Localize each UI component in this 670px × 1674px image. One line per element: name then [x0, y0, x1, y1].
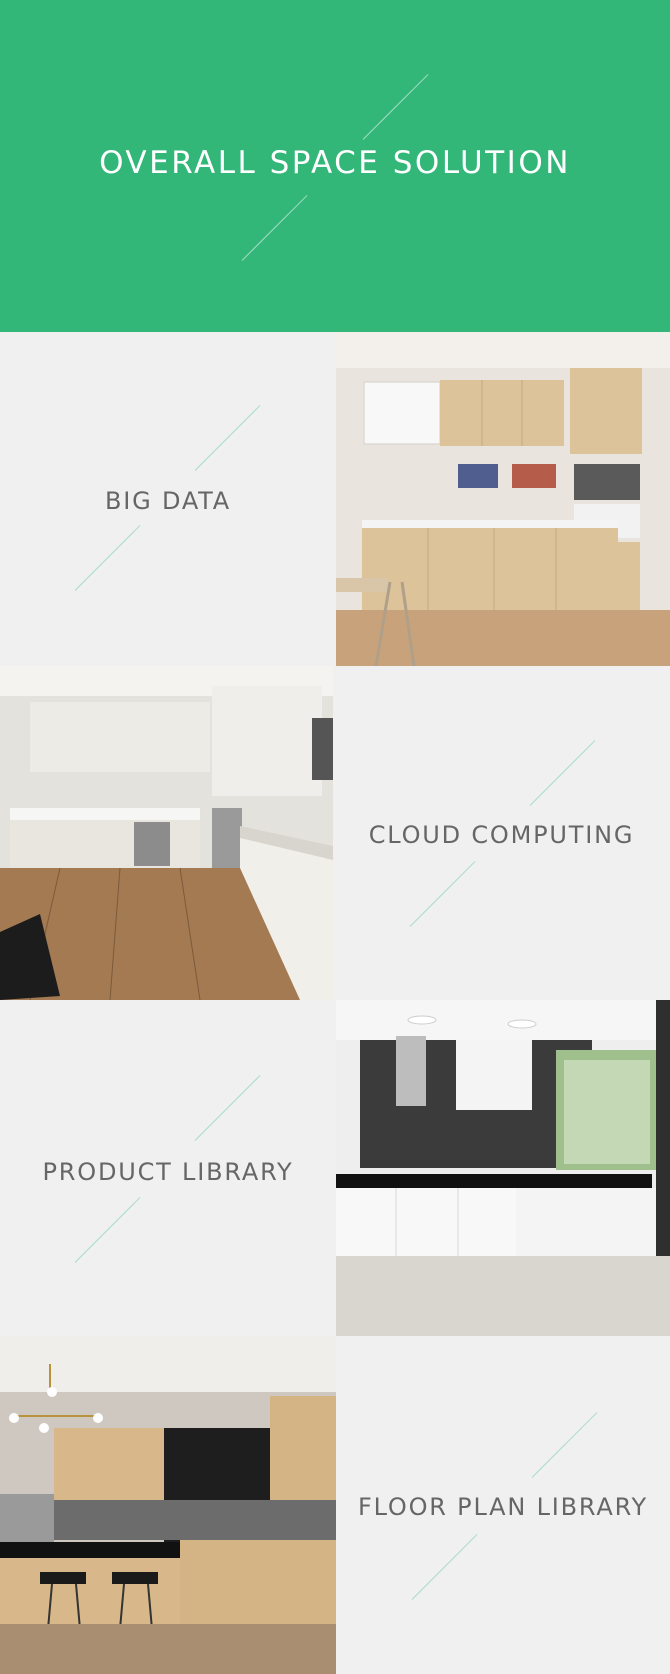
kitchen-photo-2	[0, 666, 333, 1000]
decorative-slash	[409, 861, 476, 927]
tile-label: PRODUCT LIBRARY	[42, 1158, 294, 1186]
decorative-slash	[74, 1197, 141, 1263]
hero-banner: OVERALL SPACE SOLUTION	[0, 0, 670, 332]
decorative-slash	[531, 1412, 598, 1478]
decorative-slash	[529, 740, 596, 806]
tile-product-library[interactable]: PRODUCT LIBRARY	[0, 1000, 336, 1336]
decorative-slash	[411, 1534, 478, 1600]
kitchen-photo-1	[336, 332, 670, 666]
kitchen-photo-3	[336, 1000, 670, 1336]
page-title: OVERALL SPACE SOLUTION	[99, 145, 571, 181]
kitchen-photo-4	[0, 1336, 336, 1674]
kitchen-photo-white-black-tile-icon	[336, 1000, 670, 1336]
decorative-slash	[194, 1075, 261, 1141]
kitchen-photo-white-cabinets-wood-floor-icon	[0, 666, 333, 1000]
tile-label: FLOOR PLAN LIBRARY	[357, 1493, 649, 1521]
tile-label: CLOUD COMPUTING	[368, 821, 635, 849]
decorative-slash	[194, 405, 261, 471]
tile-cloud-computing[interactable]: CLOUD COMPUTING	[333, 666, 670, 1000]
decorative-slash	[74, 525, 141, 591]
kitchen-photo-light-wood-icon	[336, 332, 670, 666]
kitchen-photo-wood-island-pendant-icon	[0, 1336, 336, 1674]
decorative-slash	[362, 74, 429, 140]
tile-floor-plan-library[interactable]: FLOOR PLAN LIBRARY	[336, 1336, 670, 1674]
decorative-slash	[241, 195, 308, 261]
tile-big-data[interactable]: BIG DATA	[0, 332, 336, 666]
tile-label: BIG DATA	[105, 487, 231, 515]
